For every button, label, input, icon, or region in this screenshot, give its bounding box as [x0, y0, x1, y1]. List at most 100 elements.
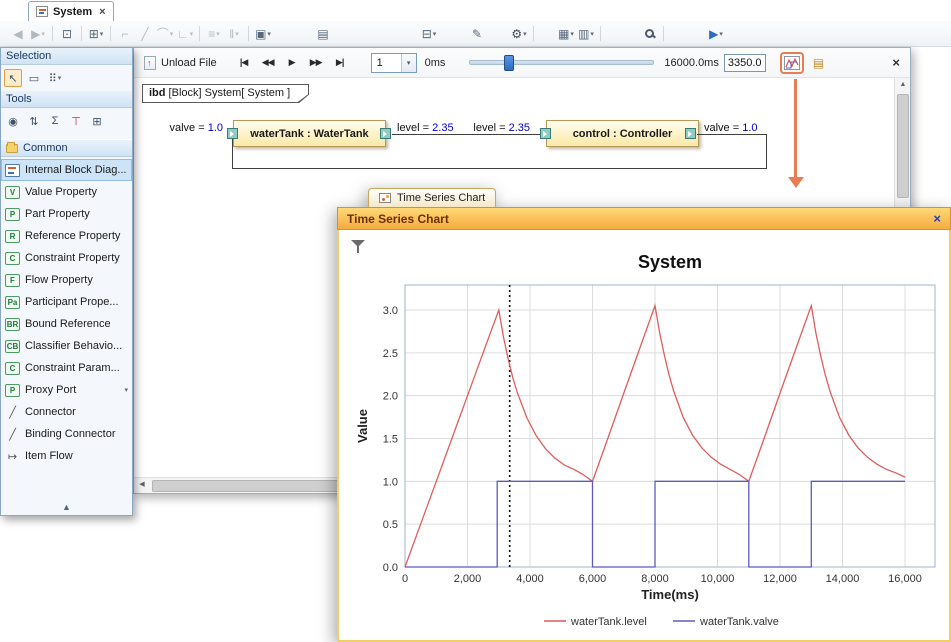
port-control-level[interactable]: [540, 128, 551, 139]
tab-label: System: [53, 6, 92, 18]
block-watertank[interactable]: waterTank : WaterTank: [233, 120, 386, 147]
rectilinear-path-icon[interactable]: ⌐: [115, 24, 135, 44]
fast-forward-button[interactable]: ▶▶: [307, 57, 325, 68]
connector-icon: ╱: [5, 406, 20, 419]
proxy-port-icon: P: [5, 384, 20, 397]
chevron-down-icon[interactable]: ▾: [124, 386, 128, 394]
line-style-icon[interactable]: ∟▾: [175, 24, 195, 44]
containment-tree-icon[interactable]: ⊞▾: [86, 24, 106, 44]
palette-item-constraint-property[interactable]: CConstraint Property: [1, 247, 132, 269]
current-time-input[interactable]: [724, 54, 766, 72]
jump-to-start-button[interactable]: |◀: [235, 57, 253, 68]
select-tool-icon[interactable]: ↖: [4, 69, 22, 87]
palette-item-item-flow[interactable]: ↦Item Flow: [1, 445, 132, 467]
callout-arrow-head: [788, 177, 804, 188]
unload-file-button[interactable]: Unload File: [144, 56, 217, 70]
environment-options-icon[interactable]: ⚙▾: [509, 24, 529, 44]
sum-tool-icon[interactable]: Σ: [46, 112, 64, 130]
application-window: System × ◀▶▾⊡⊞▾⌐╱⌒▾∟▾≡▾‖▾▣▾▤⊟▾✎⚙▾▦▾▥▾▶▾ …: [0, 0, 951, 642]
palette-item-label: Flow Property: [25, 274, 93, 286]
port-watertank-level[interactable]: [380, 128, 391, 139]
chart-close-icon[interactable]: ×: [933, 211, 941, 226]
chevron-down-icon: ▾: [41, 30, 45, 38]
grid-tool-icon[interactable]: ⊞: [88, 112, 106, 130]
palette-item-label: Bound Reference: [25, 318, 111, 330]
palette-item-value-property[interactable]: VValue Property: [1, 181, 132, 203]
time-slider-thumb[interactable]: [504, 55, 514, 71]
text-tool-icon[interactable]: ⊤: [67, 112, 85, 130]
connector-valve-seg2[interactable]: [232, 168, 767, 169]
table-options-icon[interactable]: ▥▾: [576, 24, 596, 44]
palette-item-reference-property[interactable]: RReference Property: [1, 225, 132, 247]
label-level-right[interactable]: level = 2.35: [464, 122, 530, 134]
note-icon[interactable]: ✎: [467, 24, 487, 44]
connector-valve-seg3[interactable]: [766, 134, 767, 169]
palette-item-part-property[interactable]: PPart Property: [1, 203, 132, 225]
vertical-scroll-thumb[interactable]: [897, 94, 909, 198]
palette-item-participant-prope[interactable]: PaParticipant Prope...: [1, 291, 132, 313]
palette-item-classifier-behavio[interactable]: CBClassifier Behavio...: [1, 335, 132, 357]
chevron-down-icon[interactable]: ▾: [401, 54, 416, 72]
zoom-icon[interactable]: [639, 24, 659, 44]
unload-file-icon: [144, 56, 156, 70]
block-control[interactable]: control : Controller: [546, 120, 699, 147]
palette-item-proxy-port[interactable]: PProxy Port▾: [1, 379, 132, 401]
palette-item-internal-block-diag[interactable]: Internal Block Diag...: [1, 159, 132, 181]
label-valve-left[interactable]: valve = 1.0: [164, 122, 223, 134]
oblique-path-icon[interactable]: ╱: [135, 24, 155, 44]
plot-border: [405, 285, 935, 567]
forward-icon[interactable]: ▶▾: [28, 24, 48, 44]
tab-time-series-chart[interactable]: Time Series Chart: [368, 188, 496, 207]
rounded-path-icon[interactable]: ⌒▾: [155, 24, 175, 44]
simulation-toolbar-close-icon[interactable]: ×: [892, 55, 900, 70]
tab-close-icon[interactable]: ×: [99, 6, 105, 18]
connector-valve-seg4[interactable]: [697, 134, 766, 135]
distribute-icon[interactable]: ‖▾: [224, 24, 244, 44]
step-back-button[interactable]: ◀◀: [259, 57, 277, 68]
palette-item-bound-reference[interactable]: BRBound Reference: [1, 313, 132, 335]
generate-report-icon[interactable]: ⊡: [57, 24, 77, 44]
grid-options-icon[interactable]: ▦▾: [556, 24, 576, 44]
swimlane-tool-icon[interactable]: ⇅: [25, 112, 43, 130]
y-tick-label: 1.0: [383, 476, 398, 488]
tab-system[interactable]: System ×: [28, 1, 114, 21]
simulation-properties-icon[interactable]: ▤: [813, 56, 824, 70]
multi-select-tool-icon[interactable]: ⠿▾: [46, 69, 64, 87]
toolbar-space: [668, 33, 706, 34]
sticky-tool-icon[interactable]: ◉: [4, 112, 22, 130]
port-watertank-valve[interactable]: [227, 128, 238, 139]
marquee-select-tool-icon[interactable]: ▭: [25, 69, 43, 87]
palette-group-common[interactable]: Common: [1, 139, 132, 157]
chevron-down-icon: ▾: [216, 30, 220, 38]
dependency-matrix-icon[interactable]: ⊟▾: [419, 24, 439, 44]
palette-item-constraint-param[interactable]: CConstraint Param...: [1, 357, 132, 379]
back-icon[interactable]: ◀: [8, 24, 28, 44]
time-slider[interactable]: [469, 60, 654, 65]
label-level-left[interactable]: level = 2.35: [397, 122, 454, 134]
port-control-valve[interactable]: [685, 128, 696, 139]
scroll-up-icon[interactable]: ▲: [895, 78, 911, 92]
toolbar-separator: [248, 26, 249, 41]
label-valve-right[interactable]: valve = 1.0: [704, 122, 758, 134]
image-shape-icon[interactable]: ▣▾: [253, 24, 273, 44]
speed-select[interactable]: 1 ▾: [371, 53, 417, 73]
run-simulation-icon[interactable]: ▶▾: [706, 24, 726, 44]
simulation-toolbar: Unload File |◀◀◀▶▶▶▶| 1 ▾ 0ms 16000.0ms …: [134, 48, 910, 78]
connector-level[interactable]: [392, 134, 540, 135]
palette-item-connector[interactable]: ╱Connector: [1, 401, 132, 423]
palette-item-binding-connector[interactable]: ╱Binding Connector: [1, 423, 132, 445]
palette-item-list: Internal Block Diag...VValue PropertyPPa…: [1, 159, 132, 467]
jump-to-end-button[interactable]: ▶|: [331, 57, 349, 68]
horizontal-scroll-thumb[interactable]: [152, 480, 344, 492]
play-button[interactable]: ▶: [283, 57, 301, 68]
palette-collapse-button[interactable]: ▲: [1, 502, 132, 512]
align-icon[interactable]: ≡▾: [204, 24, 224, 44]
connector-valve-seg1[interactable]: [232, 139, 233, 168]
paste-icon[interactable]: ▤: [313, 24, 333, 44]
chart-button-highlight: [780, 52, 804, 74]
palette-item-flow-property[interactable]: FFlow Property: [1, 269, 132, 291]
scroll-left-icon[interactable]: ◀: [134, 478, 150, 492]
open-time-series-chart-button[interactable]: [784, 56, 800, 70]
palette-item-label: Constraint Property: [25, 252, 120, 264]
diagram-frame-header[interactable]: ibd [Block] System[ System ]: [142, 84, 309, 103]
